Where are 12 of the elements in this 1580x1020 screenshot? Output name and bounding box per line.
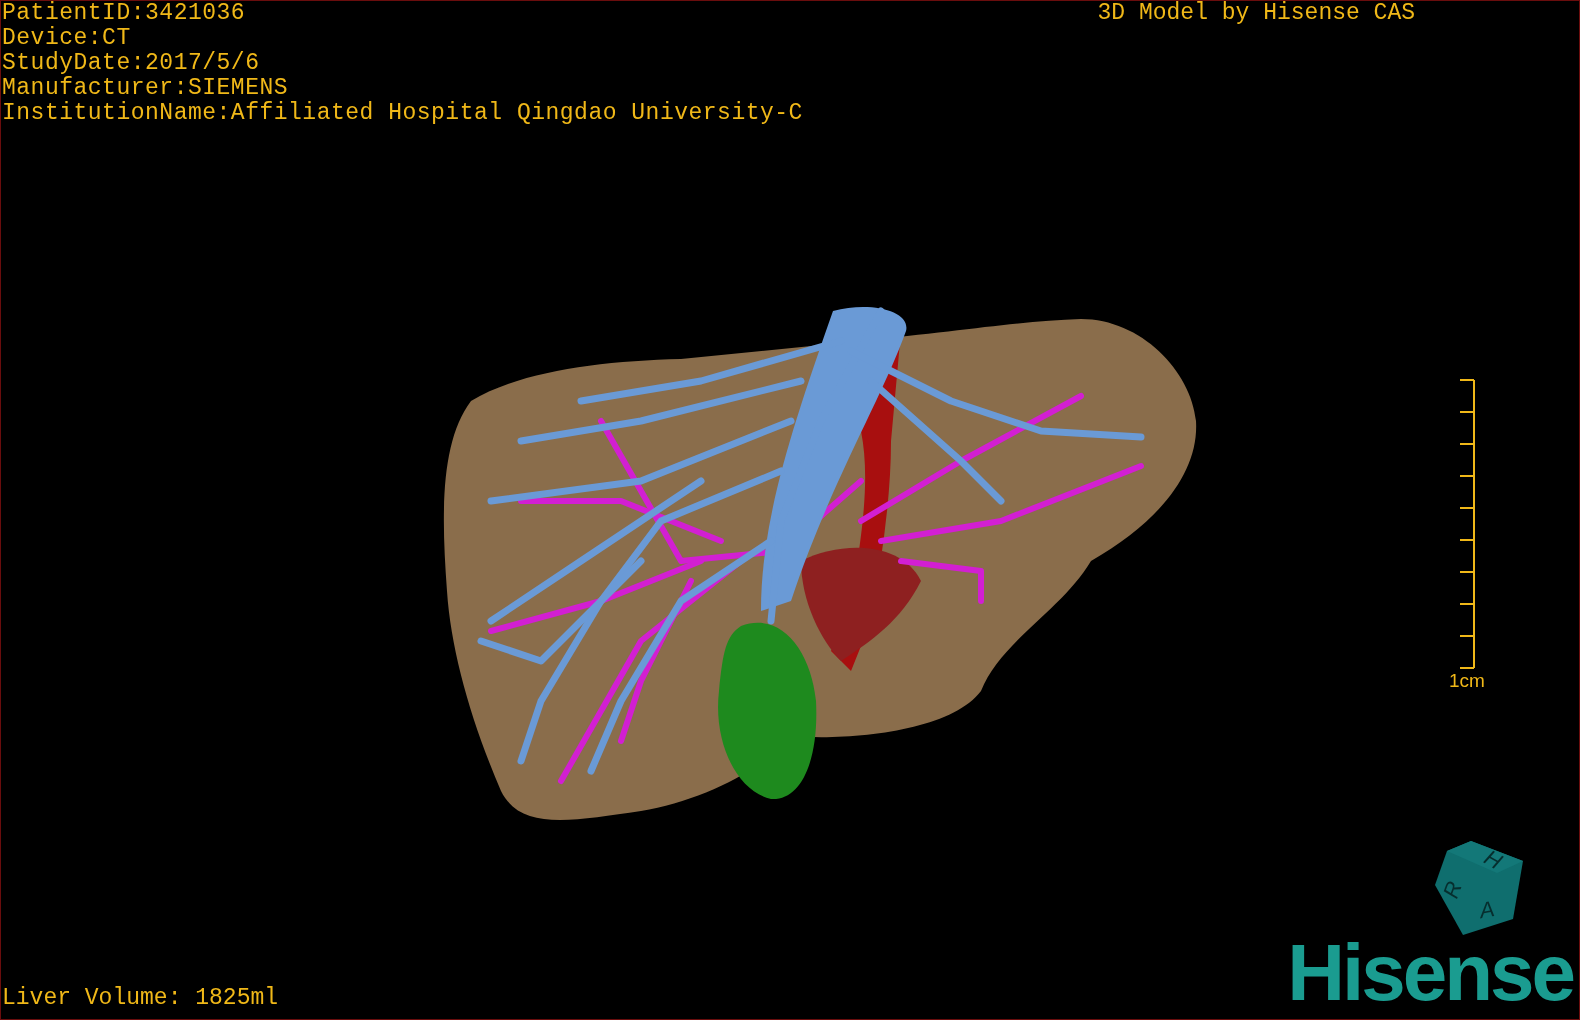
logo-text: Hisense [1287,933,1573,1013]
cube-face-label: H [1480,844,1507,875]
patient-info-text: PatientID:3421036 [2,1,247,26]
cube-face-label: R [1438,878,1467,902]
viewport-title: 3D Model by Hisense CAS [1097,1,1415,26]
patient-info-text: Manufacturer:SIEMENS [2,76,290,101]
cube-face-label: A [1477,895,1497,924]
liver-volume-text: Liver Volume: 1825ml [2,986,279,1011]
patient-info-text: StudyDate:2017/5/6 [2,51,261,76]
patient-info-text: Device:CT [2,26,132,51]
scale-bar-label: 1cm [1449,671,1485,691]
patient-info-text: InstitutionName:Affiliated Hospital Qingdao University-C [2,101,803,126]
